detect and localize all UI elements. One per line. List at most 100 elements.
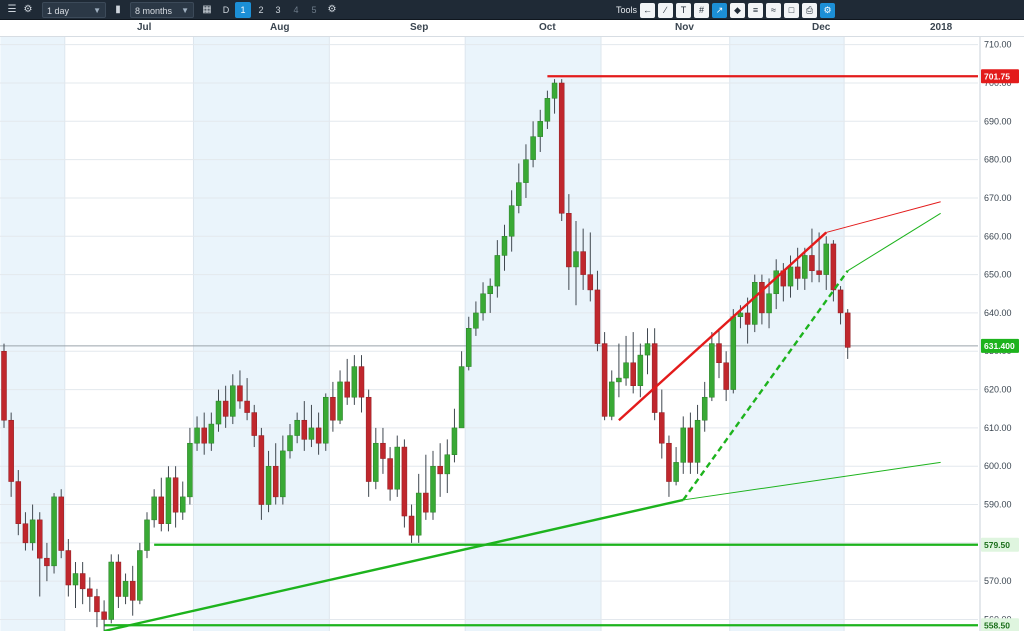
candle-up [508,205,515,237]
draw-tool-icon[interactable]: ↗ [712,3,727,18]
candle-up [516,182,522,206]
candle-up [773,270,779,295]
lock-icon[interactable]: ▮ [110,2,126,18]
candle-down [344,381,350,398]
candle-down [87,588,93,597]
price-tick-label: 570.00 [984,576,1012,586]
layout-2-button[interactable]: 2 [253,2,269,18]
candle-down [816,270,822,275]
candle-down [809,255,815,272]
range-dropdown[interactable]: 8 months ▼ [130,2,194,18]
price-tick-label: 620.00 [984,385,1012,395]
candle-up [215,400,222,425]
layout-1-button[interactable]: 1 [235,2,251,18]
candle-up [451,427,458,455]
candle-down [44,557,50,567]
layout-3-button[interactable]: 3 [270,2,286,18]
candle-down [251,412,257,436]
month-band [193,37,330,631]
candle-up [737,312,744,318]
candle-down [558,82,565,214]
candle-up [287,435,293,452]
candle-up [165,477,172,524]
candle-down [330,396,336,421]
text-tool-icon[interactable]: T [676,3,691,18]
candle-down [1,350,7,421]
candle-up [701,396,708,421]
candle-up [187,442,193,498]
layout-5-button[interactable]: 5 [306,2,322,18]
print-icon[interactable]: ⎙ [802,3,817,18]
candle-up [752,282,758,325]
settings-gear-icon[interactable]: ⚙ [324,2,340,18]
price-tick-label: 640.00 [984,308,1012,318]
candle-up [523,159,529,183]
marker-tool-icon[interactable]: ◆ [730,3,745,18]
gear-icon[interactable]: ⚙ [20,2,36,18]
interval-dropdown[interactable]: 1 day ▼ [42,2,106,18]
cursor-tool-icon[interactable]: ← [640,3,655,18]
month-label-dec: Dec [812,22,831,33]
candle-down [244,400,250,413]
shape-tool-icon[interactable]: □ [784,3,799,18]
price-tick-label: 680.00 [984,155,1012,165]
month-label-nov: Nov [675,22,694,33]
calendar-icon[interactable]: ▦ [199,2,215,18]
candle-down [158,496,165,524]
candle-up [323,396,329,444]
candle-down [65,550,72,586]
list-icon[interactable]: ☰ [4,2,20,18]
candle-up [537,121,543,137]
line-tool-icon[interactable]: ∕ [658,3,673,18]
candle-down [401,446,408,517]
candle-down [115,561,122,597]
month-label-sep: Sep [410,22,429,33]
candle-up [122,580,129,597]
tools-label: Tools [616,5,638,15]
candle-up [680,427,686,463]
channel-tool-icon[interactable]: ≡ [748,3,763,18]
candle-down [272,465,279,498]
candle-up [766,293,772,314]
price-tick-label: 590.00 [984,500,1012,510]
candle-down [687,427,694,463]
month-label-oct: Oct [539,22,556,33]
candle-up [694,419,701,463]
candle-down [301,419,308,440]
candle-up [144,519,150,551]
candle-down [58,496,64,551]
candle-down [101,611,107,620]
candle-up [444,454,451,475]
candle-up [265,465,272,505]
candle-down [172,477,179,513]
candle-down [744,312,751,325]
candle-up [823,243,829,275]
candle-up [180,496,186,513]
candle-down [358,366,365,398]
candle-down [666,442,672,482]
price-axis: 560.00570.00580.00590.00600.00610.00620.… [979,37,1024,631]
settings-tool-icon[interactable]: ⚙ [820,3,835,18]
chevron-down-icon: ▼ [93,6,101,15]
candle-up [501,236,508,256]
candle-up [294,419,300,436]
candle-down [844,312,851,348]
chart-type-button[interactable]: D [218,2,234,18]
layout-4-button[interactable]: 4 [288,2,304,18]
candle-down [723,362,729,390]
candle-up [673,462,679,482]
fib-tool-icon[interactable]: ≈ [766,3,781,18]
price-tick-label: 690.00 [984,116,1012,126]
candle-up [473,312,479,329]
candle-up [487,285,493,295]
month-band [729,37,845,631]
candle-down [15,481,22,524]
candle-down [794,266,801,279]
grid-tool-icon[interactable]: # [694,3,709,18]
month-label-aug: Aug [270,22,290,33]
price-chart[interactable]: 560.00570.00580.00590.00600.00610.00620.… [0,37,1024,631]
candle-down [630,362,636,386]
candle-up [787,266,794,287]
price-tick-label: 710.00 [984,40,1012,50]
candle-down [94,596,100,613]
